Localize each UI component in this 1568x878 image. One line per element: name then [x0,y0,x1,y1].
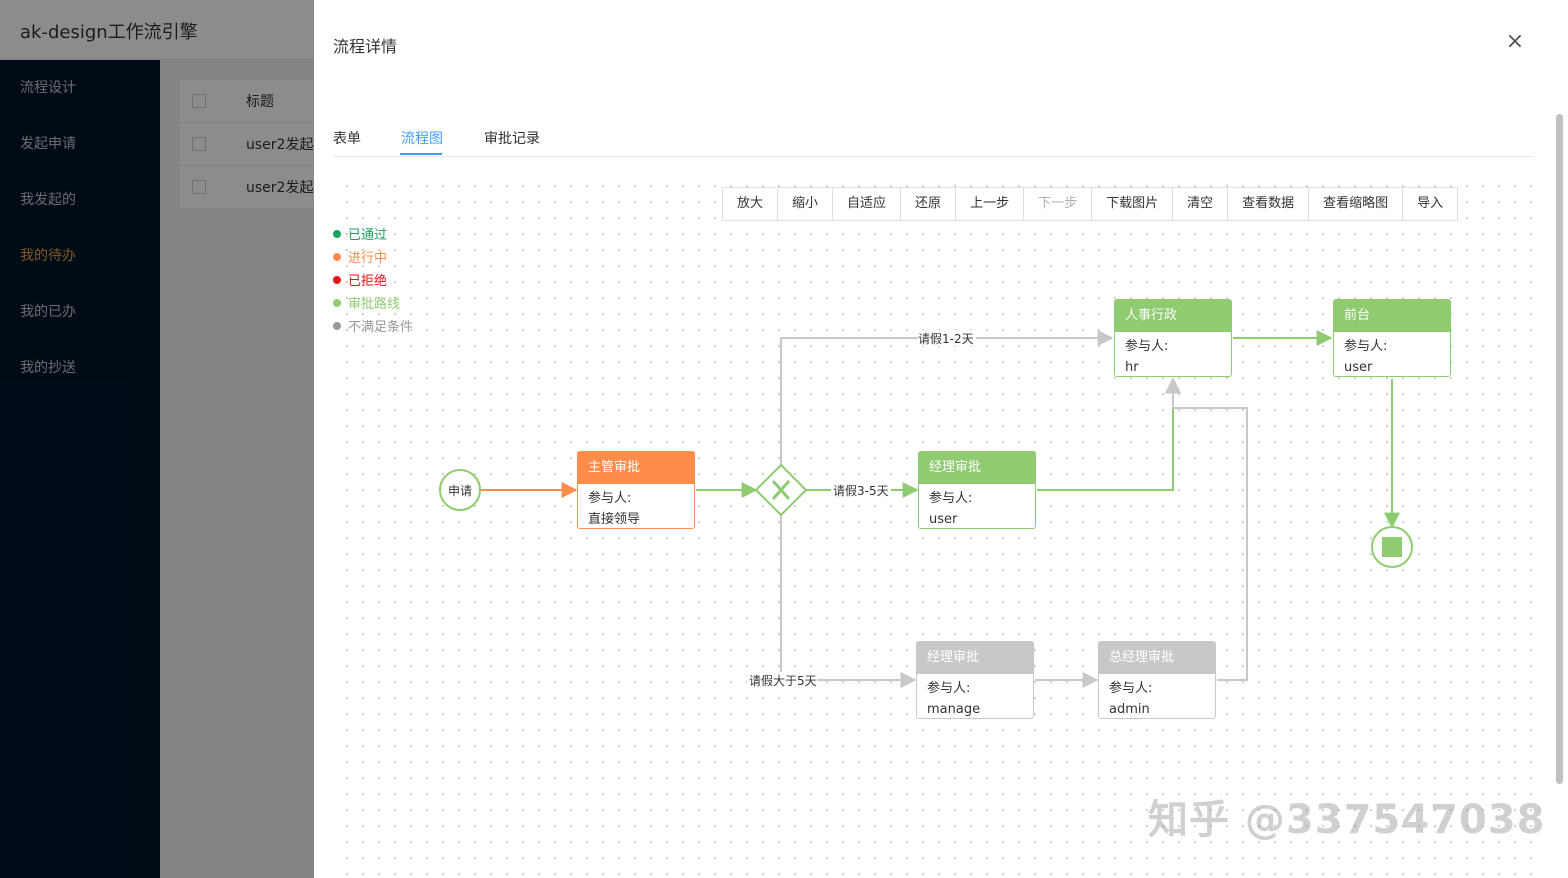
participant-value: user [1344,360,1373,375]
participant-value: user [929,512,958,527]
participant-value: admin [1109,702,1150,717]
legend-item-rejected: 已拒绝 [333,268,413,291]
tab-approval-record[interactable]: 审批记录 [484,128,540,148]
zoom-in-button[interactable]: 放大 [723,188,779,220]
fit-button[interactable]: 自适应 [833,188,902,220]
node-title: 人事行政 [1115,300,1231,332]
tab-active-indicator [400,153,442,155]
node-front-desk[interactable]: 前台 参与人: user [1333,299,1451,377]
legend-label-passed: 已通过 [348,228,388,243]
legend-label-unmet: 不满足条件 [348,320,414,335]
node-manager-approval-2[interactable]: 经理审批 参与人: manage [916,641,1034,719]
edge-label-1-2-days: 请假1-2天 [918,332,974,346]
drawer-title: 流程详情 [333,37,398,56]
clear-button[interactable]: 清空 [1173,188,1229,220]
tab-bar: 表单 流程图 审批记录 [333,124,1533,157]
zoom-out-button[interactable]: 缩小 [778,188,834,220]
watermark: 知乎 @337547038 [1148,797,1546,843]
reset-button[interactable]: 还原 [901,188,957,220]
end-event-square [1382,537,1402,557]
view-minimap-button[interactable]: 查看缩略图 [1309,188,1404,220]
legend-item-unmet: 不满足条件 [333,314,413,337]
flow-toolbar: 放大 缩小 自适应 还原 上一步 下一步 下载图片 清空 查看数据 查看缩略图 … [722,187,1459,221]
redo-button[interactable]: 下一步 [1024,188,1093,220]
edge-gateway-hr [780,330,1114,465]
node-title: 经理审批 [919,452,1035,484]
legend-label-in-progress: 进行中 [348,251,388,266]
legend-label-rejected: 已拒绝 [348,274,388,289]
process-detail-drawer: 流程详情 × 表单 流程图 审批记录 放大 缩小 自适应 还原 上一步 下一步 … [314,0,1568,878]
node-title: 经理审批 [917,642,1033,674]
node-supervisor-approval[interactable]: 主管审批 参与人: 直接领导 [577,451,695,529]
node-manager-approval[interactable]: 经理审批 参与人: user [918,451,1036,529]
start-event-label[interactable]: 申请 [440,482,480,499]
legend-dot-passed [333,229,341,238]
participant-label: 参与人: [927,681,971,696]
scrollbar[interactable] [1554,100,1564,878]
participant-value: manage [927,702,981,717]
legend-item-in-progress: 进行中 [333,245,413,268]
close-icon[interactable]: × [1501,28,1529,56]
participant-value: hr [1125,360,1139,375]
participant-label: 参与人: [929,491,973,506]
legend-item-route: 审批路线 [333,291,413,314]
tab-form[interactable]: 表单 [333,128,361,148]
edge-gateway-manager2 [780,515,917,688]
scrollbar-thumb[interactable] [1556,114,1563,784]
edge-manager-hr [1037,377,1181,491]
participant-label: 参与人: [1344,339,1388,354]
view-data-button[interactable]: 查看数据 [1228,188,1310,220]
legend-label-route: 审批路线 [348,297,401,312]
participant-label: 参与人: [1125,339,1169,354]
node-general-manager-approval[interactable]: 总经理审批 参与人: admin [1098,641,1216,719]
node-title: 主管审批 [578,452,694,484]
tab-flowchart[interactable]: 流程图 [401,128,443,148]
edge-gm-hr [1165,377,1248,681]
participant-label: 参与人: [588,491,632,506]
download-image-button[interactable]: 下载图片 [1092,188,1174,220]
node-title: 前台 [1334,300,1450,332]
legend-dot-route [333,298,341,307]
undo-button[interactable]: 上一步 [956,188,1025,220]
legend-dot-in-progress [333,252,341,261]
participant-label: 参与人: [1109,681,1153,696]
edge-label-over-5-days: 请假大于5天 [749,674,817,688]
node-title: 总经理审批 [1099,642,1215,674]
node-hr-admin[interactable]: 人事行政 参与人: hr [1114,299,1232,377]
legend-item-passed: 已通过 [333,222,413,245]
legend-dot-unmet [333,321,341,330]
edge-label-3-5-days: 请假3-5天 [833,484,889,498]
participant-value: 直接领导 [588,512,641,527]
import-button[interactable]: 导入 [1403,188,1457,220]
status-legend: 已通过 进行中 已拒绝 审批路线 不满足条件 [333,222,413,337]
flow-canvas[interactable]: 放大 缩小 自适应 还原 上一步 下一步 下载图片 清空 查看数据 查看缩略图 … [333,172,1533,878]
legend-dot-rejected [333,275,341,284]
